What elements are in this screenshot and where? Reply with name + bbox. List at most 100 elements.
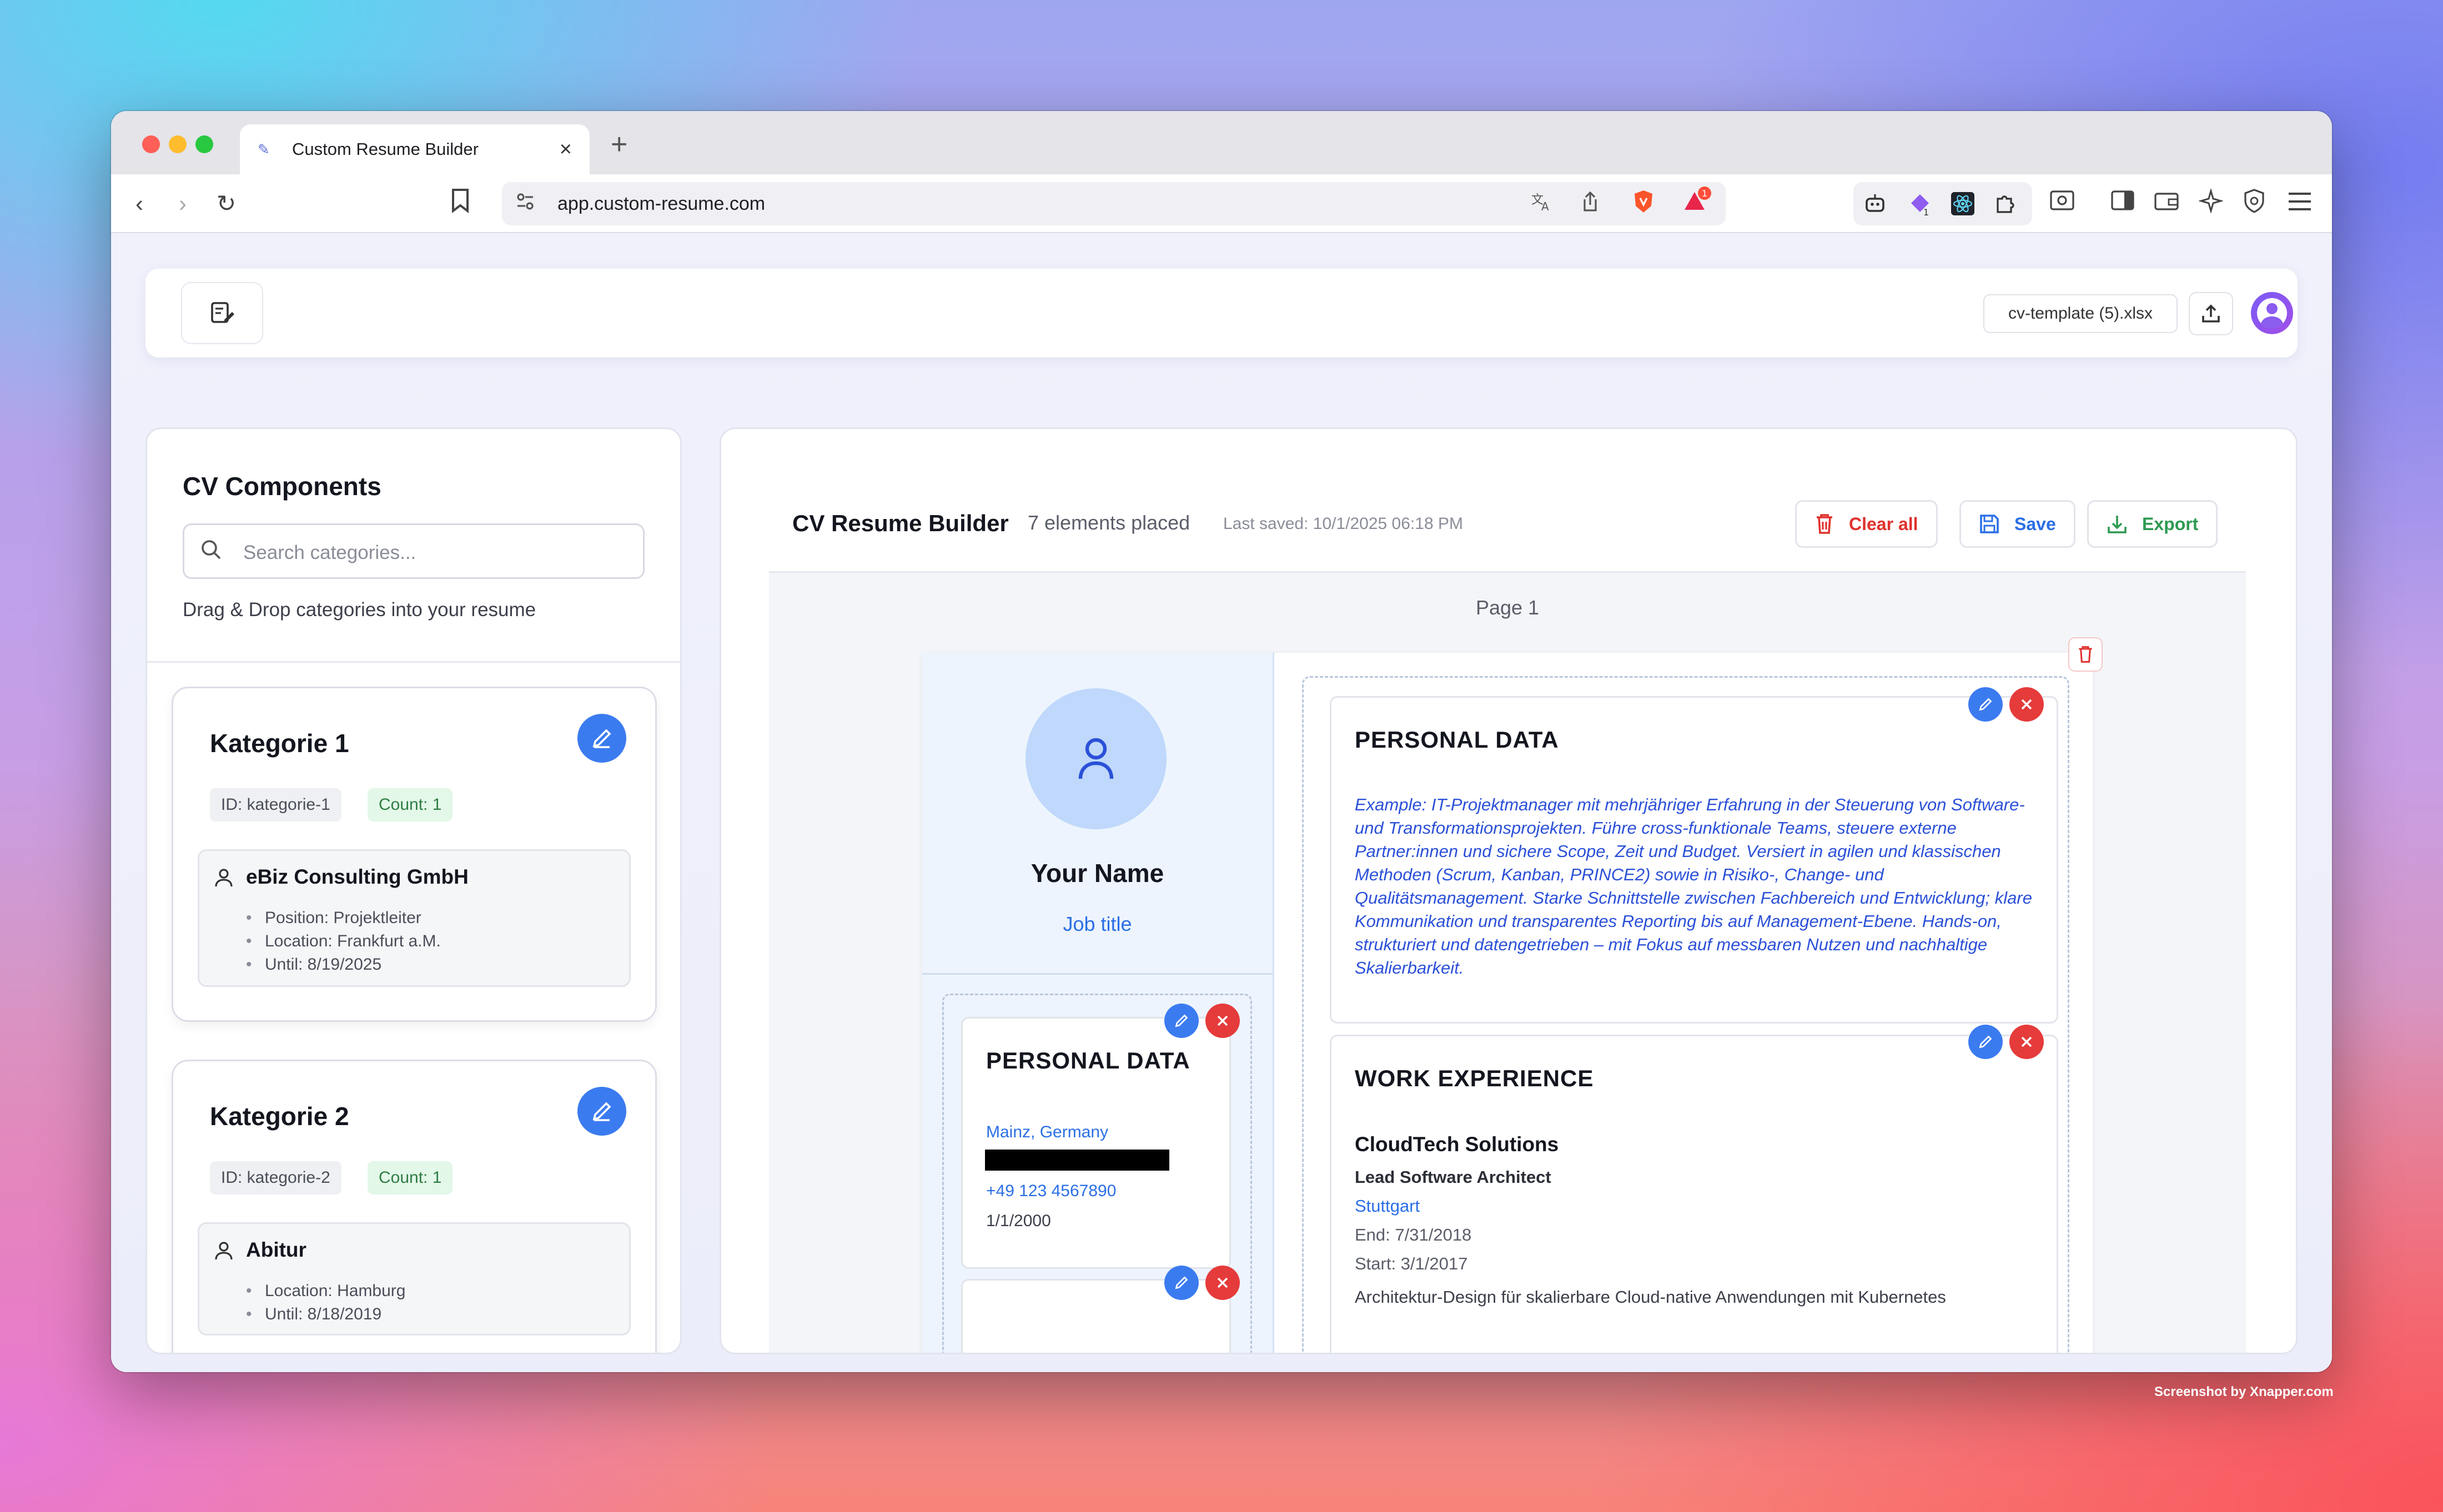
remove-block-button[interactable] xyxy=(2009,1025,2044,1059)
web-content: cv-template (5).xlsx CV Components Searc… xyxy=(111,233,2332,1372)
export-label: Export xyxy=(2142,513,2199,534)
pencil-icon xyxy=(592,1102,611,1121)
maximize-window-button[interactable] xyxy=(195,135,213,153)
robot-extension-icon[interactable] xyxy=(1864,193,1886,218)
clear-all-button[interactable]: Clear all xyxy=(1795,500,1938,548)
puzzle-extensions-icon[interactable] xyxy=(1994,192,2018,220)
entry-details: Location: Hamburg Until: 8/18/2019 xyxy=(246,1279,405,1326)
page-label: Page 1 xyxy=(1475,596,1540,619)
edit-category-button[interactable] xyxy=(577,714,626,763)
rewards-badge-count: 1 xyxy=(1702,188,1707,199)
category-entry[interactable]: Abitur Location: Hamburg Until: 8/18/201… xyxy=(198,1222,631,1335)
screenshot-credit: Screenshot by Xnapper.com xyxy=(2154,1384,2334,1399)
entry-detail: Location: Frankfurt a.M. xyxy=(246,930,441,953)
sidebar-personal-data-block[interactable]: PERSONAL DATA Mainz, Germany +49 123 456… xyxy=(961,1017,1231,1269)
vpn-shield-icon[interactable] xyxy=(2243,189,2265,220)
user-avatar[interactable] xyxy=(2251,292,2293,334)
resume-page[interactable]: Your Name Job title PERSONAL DATA Mainz,… xyxy=(922,653,2093,1353)
resume-job-title[interactable]: Job title xyxy=(922,913,1273,936)
work-experience-block[interactable]: WORK EXPERIENCE CloudTech Solutions Lead… xyxy=(1330,1035,2058,1353)
pencil-icon xyxy=(592,729,611,748)
back-icon[interactable]: ‹ xyxy=(135,189,143,219)
block-title: PERSONAL DATA xyxy=(986,1047,1190,1073)
person-icon xyxy=(215,1242,233,1260)
close-window-button[interactable] xyxy=(142,135,160,153)
save-label: Save xyxy=(2014,513,2056,534)
remove-block-button[interactable] xyxy=(1205,1266,1240,1300)
entry-detail: Location: Hamburg xyxy=(246,1279,405,1303)
edit-block-button[interactable] xyxy=(1164,1266,1199,1300)
pencil-icon xyxy=(1175,1276,1188,1289)
gem-extension-icon[interactable]: 1 xyxy=(1908,192,1932,221)
floppy-disk-icon xyxy=(1980,515,1999,533)
file-name-chip[interactable]: cv-template (5).xlsx xyxy=(1983,294,2178,333)
new-tab-button[interactable]: + xyxy=(611,128,627,161)
entry-detail: Position: Projektleiter xyxy=(246,906,441,930)
upload-icon xyxy=(2202,304,2220,322)
leo-ai-icon[interactable] xyxy=(2198,188,2224,220)
category-entry[interactable]: eBiz Consulting GmbH Position: Projektle… xyxy=(198,849,631,987)
bookmark-icon[interactable] xyxy=(451,189,470,220)
app-logo-button[interactable] xyxy=(181,282,263,344)
edit-block-button[interactable] xyxy=(1164,1004,1199,1038)
summary-block[interactable]: PERSONAL DATA Example: IT-Projektmanager… xyxy=(1330,696,2058,1024)
resume-sidebar: Your Name Job title PERSONAL DATA Mainz,… xyxy=(922,653,1274,1353)
export-button[interactable]: Export xyxy=(2087,500,2218,548)
reload-icon[interactable]: ↻ xyxy=(217,189,236,219)
person-icon xyxy=(215,869,233,887)
brave-rewards-icon[interactable]: 1 xyxy=(1682,185,1711,221)
category-search-input[interactable]: Search categories... xyxy=(183,523,645,579)
delete-page-button[interactable] xyxy=(2068,637,2103,672)
close-icon xyxy=(2021,1036,2032,1047)
remove-block-button[interactable] xyxy=(2009,687,2044,722)
edit-block-button[interactable] xyxy=(1968,687,2003,722)
resume-builder-panel: CV Resume Builder 7 elements placed Last… xyxy=(720,427,2298,1354)
browser-tab-active[interactable]: ✎ Custom Resume Builder × xyxy=(240,124,590,174)
search-page-icon[interactable] xyxy=(2050,189,2074,219)
contact-location: Mainz, Germany xyxy=(986,1123,1109,1141)
edit-block-button[interactable] xyxy=(1968,1025,2003,1059)
entry-title: eBiz Consulting GmbH xyxy=(246,865,469,888)
close-icon xyxy=(1217,1277,1228,1288)
edit-category-button[interactable] xyxy=(577,1087,626,1136)
close-icon xyxy=(1217,1015,1228,1026)
category-count-badge: Count: 1 xyxy=(368,788,453,821)
category-count-badge: Count: 1 xyxy=(368,1161,453,1195)
menu-icon[interactable] xyxy=(2288,189,2312,219)
search-icon xyxy=(202,540,221,560)
site-settings-icon[interactable] xyxy=(515,191,535,216)
upload-button[interactable] xyxy=(2189,292,2233,335)
category-card-2[interactable]: Kategorie 2 ID: kategorie-2 Count: 1 Abi… xyxy=(172,1060,657,1353)
category-card-1[interactable]: Kategorie 1 ID: kategorie-1 Count: 1 eBi… xyxy=(172,687,657,1022)
tab-close-icon[interactable]: × xyxy=(560,138,572,162)
elements-placed-count: 7 elements placed xyxy=(1028,511,1190,534)
react-devtools-icon[interactable] xyxy=(1951,192,1974,220)
brave-shield-icon[interactable] xyxy=(1632,189,1655,219)
entry-details: Position: Projektleiter Location: Frankf… xyxy=(246,906,441,976)
resume-favicon-icon: ✎ xyxy=(258,141,270,158)
browser-window: ✎ Custom Resume Builder × + ‹ › ↻ app.cu… xyxy=(111,111,2332,1372)
trash-icon xyxy=(2079,646,2092,663)
address-bar[interactable]: app.custom-resume.com 文A 1 xyxy=(502,182,1726,225)
entry-detail: Until: 8/19/2025 xyxy=(246,953,441,976)
summary-text: Example: IT-Projektmanager mit mehrjähri… xyxy=(1355,795,2032,977)
save-button[interactable]: Save xyxy=(1959,500,2075,548)
experience-company: CloudTech Solutions xyxy=(1355,1133,1559,1156)
divider xyxy=(147,661,680,663)
gem-extension-badge: 1 xyxy=(1923,207,1929,216)
category-title: Kategorie 1 xyxy=(210,729,349,758)
profile-photo-placeholder[interactable] xyxy=(1026,688,1167,829)
remove-block-button[interactable] xyxy=(1205,1004,1240,1038)
minimize-window-button[interactable] xyxy=(169,135,187,153)
share-icon[interactable] xyxy=(1580,190,1600,218)
sidebar-toggle-icon[interactable] xyxy=(2111,189,2134,219)
translate-icon[interactable]: 文A xyxy=(1530,190,1552,218)
resume-name[interactable]: Your Name xyxy=(922,858,1273,888)
forward-icon[interactable]: › xyxy=(179,189,187,219)
wallet-icon[interactable] xyxy=(2154,189,2179,219)
pencil-icon xyxy=(1175,1014,1188,1027)
trash-icon xyxy=(1817,514,1832,534)
svg-text:A: A xyxy=(1541,200,1549,213)
tab-title: Custom Resume Builder xyxy=(292,139,479,159)
experience-end-date: End: 7/31/2018 xyxy=(1355,1225,1472,1244)
